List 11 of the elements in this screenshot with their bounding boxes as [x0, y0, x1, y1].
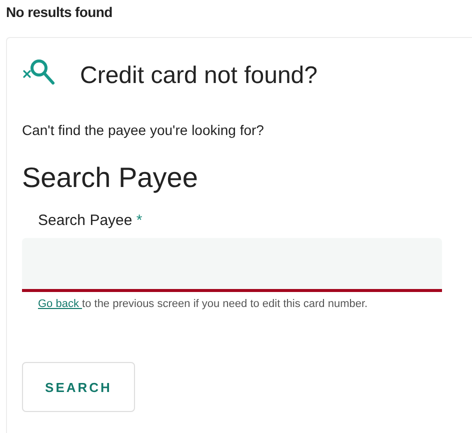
results-heading: No results found [5, 3, 114, 22]
helper-text: Go back to the previous screen if you need to edit this card number. [38, 298, 369, 310]
search-field[interactable] [22, 238, 442, 292]
search-icon [22, 58, 56, 86]
card-title: Credit card not found? [80, 62, 318, 90]
required-mark: * [136, 212, 142, 229]
prompt-text: Can't find the payee you're looking for? [22, 122, 265, 138]
search-button[interactable]: SEARCH [22, 362, 135, 412]
field-label: Search Payee [38, 212, 132, 229]
section-title: Search Payee [22, 162, 199, 194]
go-back-link[interactable]: Go back [38, 298, 82, 310]
